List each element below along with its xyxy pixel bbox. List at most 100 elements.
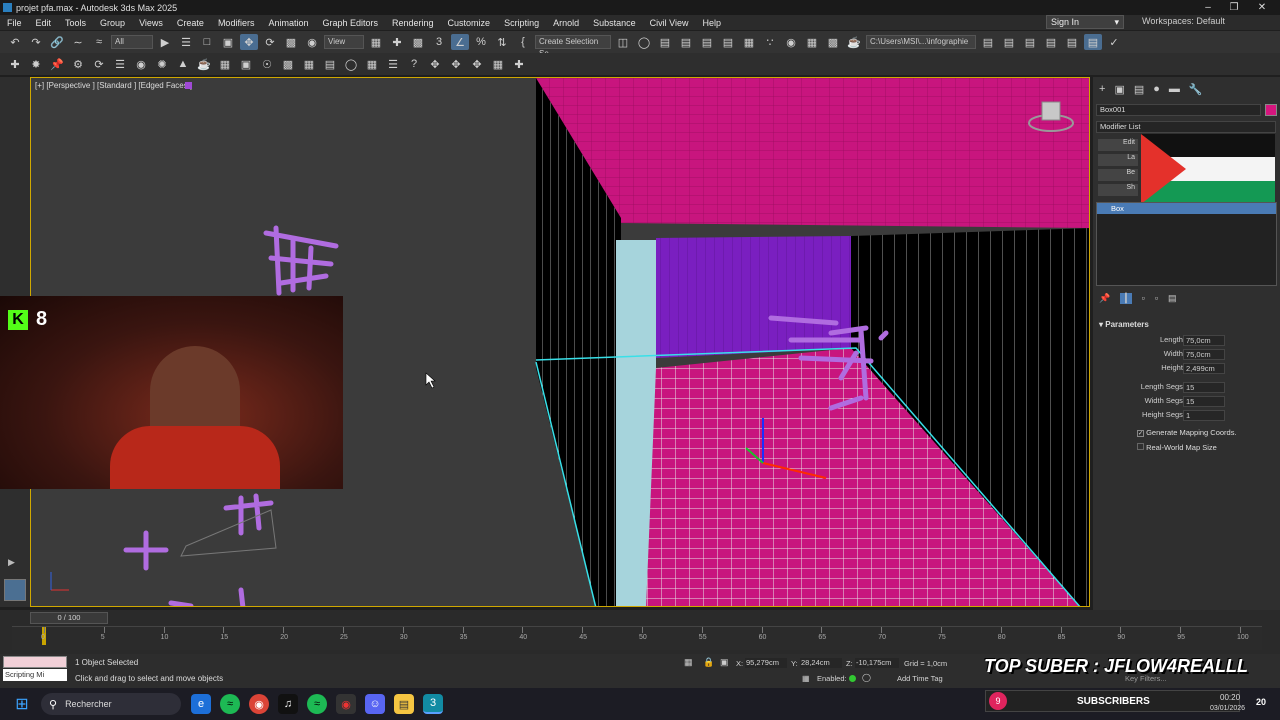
height-input[interactable]: 2,499cm <box>1183 363 1225 374</box>
eye-icon[interactable]: ◯ <box>342 56 360 72</box>
maximize-icon[interactable]: ❐ <box>1220 0 1248 15</box>
menu-tools[interactable]: Tools <box>58 18 93 28</box>
pin-icon[interactable]: 📌 <box>48 56 66 72</box>
help-icon[interactable]: ? <box>405 56 423 72</box>
file-explorer-icon[interactable]: ▤ <box>394 694 414 714</box>
unlink-icon[interactable]: ∼ <box>69 34 87 50</box>
sync-icon[interactable]: ⟳ <box>90 56 108 72</box>
viewport-label[interactable]: [+] [Perspective ] [Standard ] [Edged Fa… <box>35 81 192 90</box>
viewport-layout-icon[interactable] <box>4 579 26 601</box>
menu-modifiers[interactable]: Modifiers <box>211 18 262 28</box>
track-bar[interactable]: 0 5 10 15 20 25 30 35 40 45 50 55 60 65 70 75 80 85 90 95 10… <box>12 626 1262 650</box>
snaps-toggle-icon[interactable]: 3 <box>430 34 448 50</box>
render-production-icon[interactable]: ☕ <box>845 34 863 50</box>
rendered-frame-icon[interactable]: ▩ <box>824 34 842 50</box>
orbit-icon[interactable]: ✥ <box>447 56 465 72</box>
target-icon[interactable]: ✚ <box>510 56 528 72</box>
layout-icon[interactable]: ▤ <box>1063 34 1081 50</box>
pivot-center-icon[interactable]: ▦ <box>367 34 385 50</box>
width-segs-input[interactable]: 15 <box>1183 396 1225 407</box>
save-icon[interactable]: ▤ <box>1021 34 1039 50</box>
project-folder-dropdown[interactable]: C:\Users\MSI\...\infographie <box>866 35 976 49</box>
schematic-view-icon[interactable]: ▦ <box>740 34 758 50</box>
scene-icon[interactable]: ▦ <box>363 56 381 72</box>
stack-item-box[interactable]: Box <box>1097 203 1276 214</box>
selection-set-dropdown[interactable]: Create Selection Se <box>535 35 611 58</box>
object-color-swatch[interactable] <box>1265 104 1277 116</box>
box-icon[interactable]: ▩ <box>279 56 297 72</box>
menu-help[interactable]: Help <box>695 18 728 28</box>
grid-icon[interactable]: ▦ <box>216 56 234 72</box>
curve-editor-icon[interactable]: ▤ <box>719 34 737 50</box>
object-name-field[interactable]: Box001 <box>1096 104 1261 116</box>
spotify-icon[interactable]: ≈ <box>220 694 240 714</box>
edit-modifier-button[interactable]: Edit <box>1098 139 1138 151</box>
parameters-rollout[interactable]: ▾ Parameters <box>1099 320 1149 329</box>
motion-tab-icon[interactable]: ● <box>1153 83 1160 96</box>
material-editor-icon[interactable]: ◉ <box>782 34 800 50</box>
keyboard-shortcut-icon[interactable]: ▩ <box>409 34 427 50</box>
zoom-icon[interactable]: ✥ <box>468 56 486 72</box>
lathe-modifier-button[interactable]: La <box>1098 154 1138 166</box>
menu-edit[interactable]: Edit <box>29 18 59 28</box>
y-coordinate-field[interactable]: 28,24cm <box>800 658 842 668</box>
menu-civil-view[interactable]: Civil View <box>643 18 696 28</box>
close-icon[interactable]: ✕ <box>1248 0 1276 15</box>
taskbar-search[interactable]: ⚲ Rechercher <box>41 693 181 715</box>
generate-mapping-checkbox[interactable]: ✓ Generate Mapping Coords. <box>1137 428 1237 437</box>
show-end-result-icon[interactable]: ┃ <box>1120 293 1132 304</box>
chrome-icon[interactable]: ◉ <box>249 694 269 714</box>
align-icon[interactable]: ◯ <box>635 34 653 50</box>
angle-snap-icon[interactable]: ∠ <box>451 34 469 50</box>
modify-tab-icon[interactable]: ▣ <box>1114 83 1124 96</box>
container-icon[interactable]: ▤ <box>1042 34 1060 50</box>
spotify-alt-icon[interactable]: ≈ <box>307 694 327 714</box>
length-input[interactable]: 75,0cm <box>1183 335 1225 346</box>
redo-icon[interactable]: ↷ <box>27 34 45 50</box>
menu-animation[interactable]: Animation <box>261 18 315 28</box>
z-coordinate-field[interactable]: -10,175cm <box>855 658 899 668</box>
absolute-mode-icon[interactable]: ▣ <box>720 657 729 668</box>
edge-icon[interactable]: e <box>191 694 211 714</box>
display-tab-icon[interactable]: ▬ <box>1169 83 1180 96</box>
3dsmax-taskbar-icon[interactable]: 3 <box>423 694 443 714</box>
rotate-icon[interactable]: ⟳ <box>261 34 279 50</box>
time-slider[interactable]: 0 / 100 <box>30 612 108 624</box>
frame-icon[interactable]: ▦ <box>489 56 507 72</box>
shell-modifier-button[interactable]: Sh <box>1098 184 1138 196</box>
menu-substance[interactable]: Substance <box>586 18 643 28</box>
expert-mode-icon[interactable]: ▤ <box>1084 34 1102 50</box>
menu-group[interactable]: Group <box>93 18 132 28</box>
menu-views[interactable]: Views <box>132 18 170 28</box>
lock-icon[interactable]: ▣ <box>237 56 255 72</box>
check-icon[interactable]: ✓ <box>1105 34 1123 50</box>
reference-coordinate-dropdown[interactable]: View <box>324 35 364 49</box>
pan-icon[interactable]: ✥ <box>426 56 444 72</box>
maxscript-listener[interactable] <box>3 656 67 668</box>
mirror-icon[interactable]: ◫ <box>614 34 632 50</box>
bulb-icon[interactable]: ☉ <box>258 56 276 72</box>
toggle-layer-explorer-icon[interactable]: ▤ <box>677 34 695 50</box>
camera-icon[interactable]: ◉ <box>132 56 150 72</box>
utilities-tab-icon[interactable]: 🔧 <box>1189 83 1203 96</box>
create-tab-icon[interactable]: + <box>1099 83 1105 96</box>
light-icon[interactable]: ✺ <box>153 56 171 72</box>
discord-icon[interactable]: ☺ <box>365 694 385 714</box>
pin-stack-icon[interactable]: 📌 <box>1099 293 1110 304</box>
menu-graph-editors[interactable]: Graph Editors <box>315 18 385 28</box>
menu-scripting[interactable]: Scripting <box>497 18 546 28</box>
hierarchy-tab-icon[interactable]: ▤ <box>1134 83 1144 96</box>
list-icon[interactable]: ☰ <box>111 56 129 72</box>
window-crossing-icon[interactable]: ▣ <box>219 34 237 50</box>
isolate-icon[interactable]: ▦ <box>684 657 693 668</box>
recording-icon[interactable]: ◉ <box>336 694 356 714</box>
menu-arnold[interactable]: Arnold <box>546 18 586 28</box>
bevel-modifier-button[interactable]: Be <box>1098 169 1138 181</box>
adaptive-degradation-icon[interactable]: ▦ <box>802 674 810 683</box>
tiktok-icon[interactable]: ♫ <box>278 694 298 714</box>
toggle-scene-explorer-icon[interactable]: ▤ <box>656 34 674 50</box>
maxscript-mini-listener[interactable]: Scripting Mi <box>3 669 67 681</box>
make-unique-icon[interactable]: ▫ <box>1142 293 1145 304</box>
snap-icon[interactable]: ✚ <box>6 56 24 72</box>
time-tag-icon[interactable]: ◯ <box>862 673 871 682</box>
